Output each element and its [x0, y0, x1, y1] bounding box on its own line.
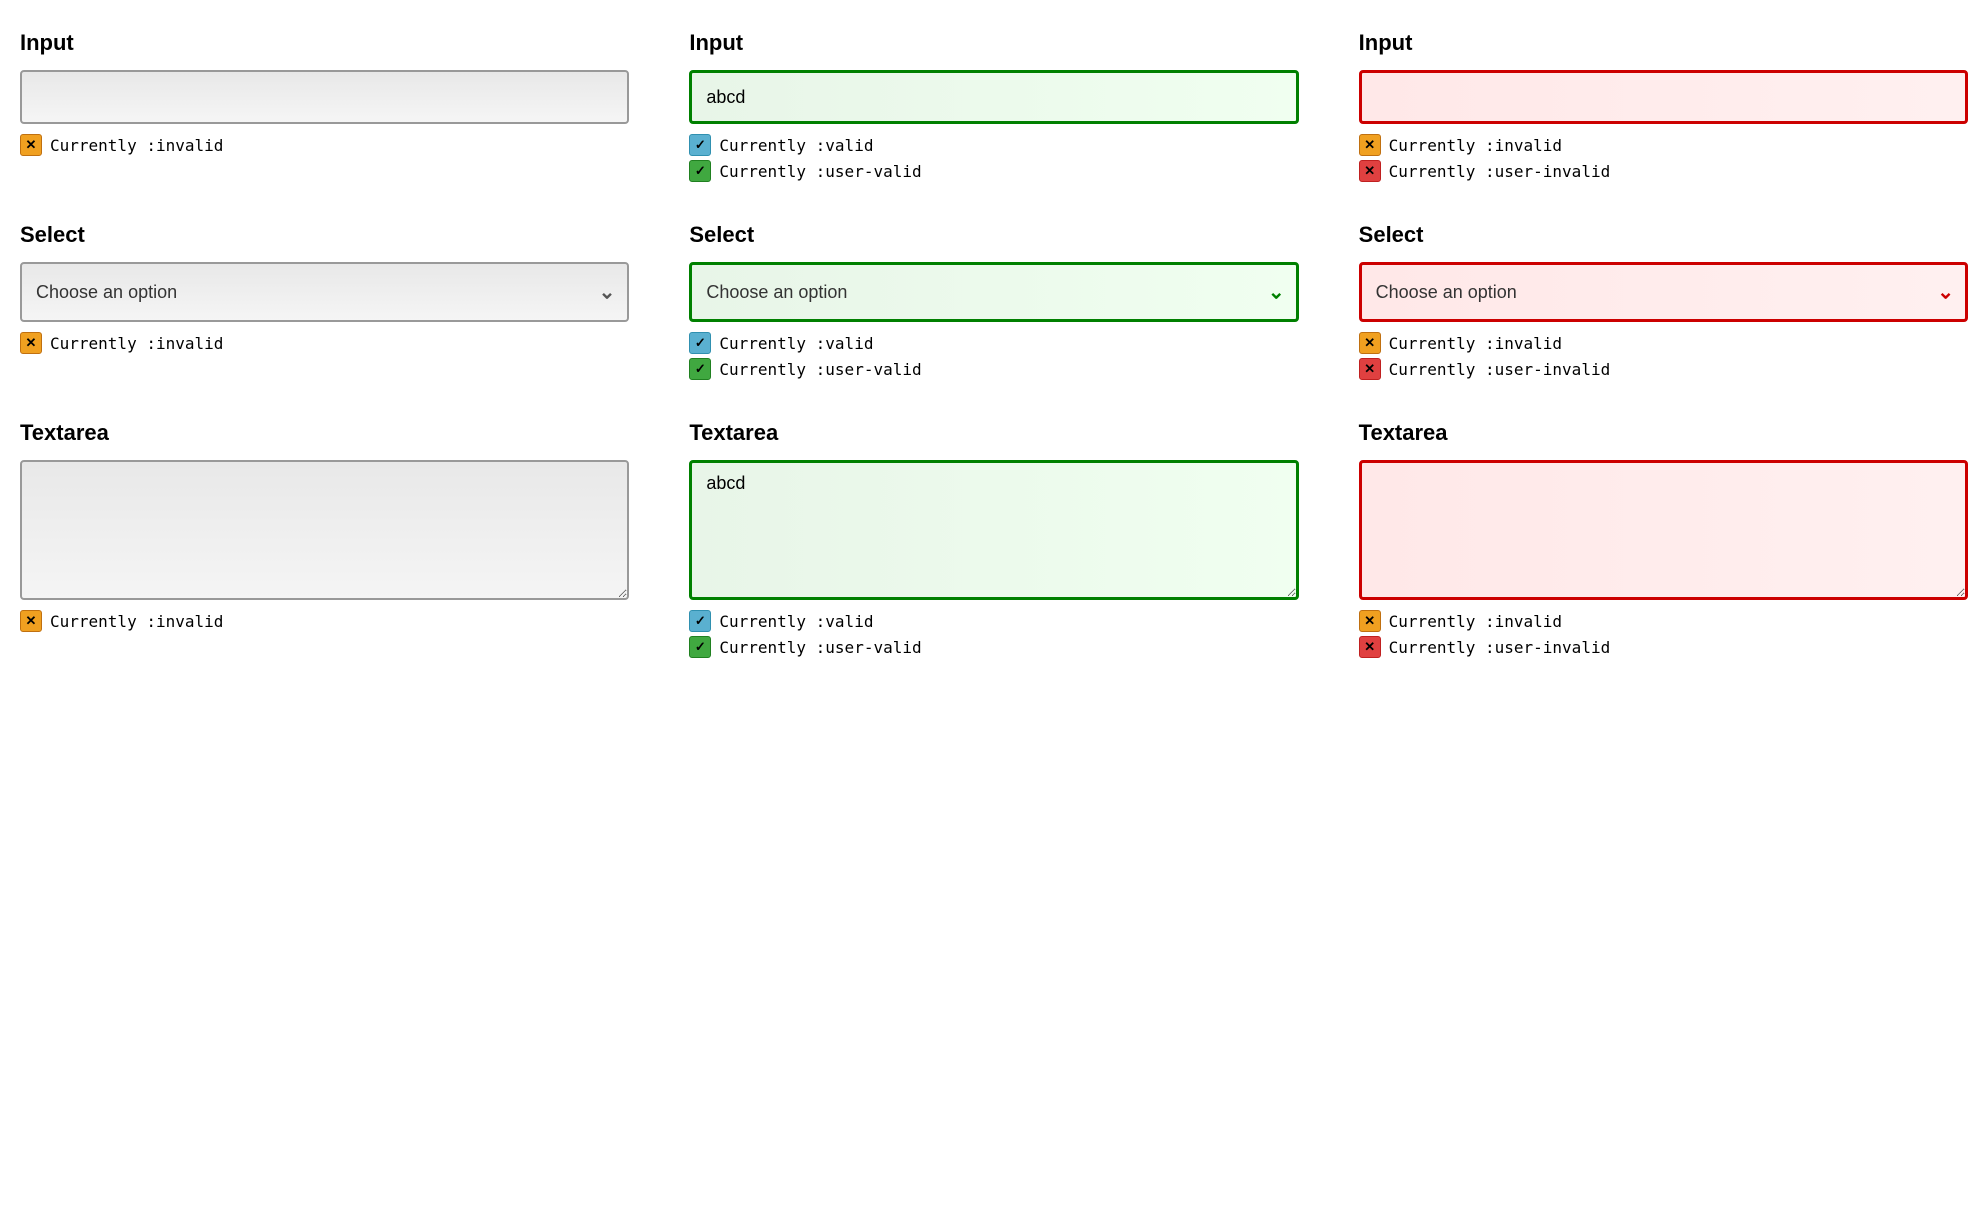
select-wrapper-col-default: Choose an optionOneTwoThree⌄ [20, 262, 629, 322]
status-badge-icon: ✕ [20, 134, 42, 156]
status-badge-icon: ✕ [20, 332, 42, 354]
status-item-0: ✕ Currently :invalid [20, 332, 629, 354]
status-badge-icon: ✓ [689, 610, 711, 632]
status-item-1: ✓ Currently :user-valid [689, 358, 1298, 380]
status-text: Currently :valid [719, 612, 873, 631]
status-badge-icon: ✕ [1359, 134, 1381, 156]
input-field-col-valid[interactable] [689, 70, 1298, 124]
status-item-0: ✓ Currently :valid [689, 610, 1298, 632]
section-label-input-col-default: Input [20, 30, 629, 56]
textarea-field-col-invalid[interactable] [1359, 460, 1968, 600]
status-badge-icon: ✓ [689, 160, 711, 182]
status-badge-icon: ✓ [689, 332, 711, 354]
status-text: Currently :invalid [1389, 612, 1562, 631]
cell-col-default-select: Select Choose an optionOneTwoThree⌄ ✕ Curr… [20, 222, 629, 380]
section-label-select-col-valid: Select [689, 222, 1298, 248]
status-item-0: ✓ Currently :valid [689, 134, 1298, 156]
status-item-0: ✕ Currently :invalid [20, 134, 629, 156]
textarea-field-col-valid[interactable] [689, 460, 1298, 600]
cell-col-default-textarea: Textarea ✕ Currently :invalid [20, 420, 629, 658]
section-label-select-col-invalid: Select [1359, 222, 1968, 248]
status-list-col-default-input: ✕ Currently :invalid [20, 134, 629, 156]
status-text: Currently :user-invalid [1389, 360, 1611, 379]
status-text: Currently :invalid [50, 136, 223, 155]
select-field-col-invalid[interactable]: Choose an optionOneTwoThree [1359, 262, 1968, 322]
status-badge-icon: ✕ [1359, 160, 1381, 182]
status-badge-icon: ✓ [689, 358, 711, 380]
section-label-textarea-col-valid: Textarea [689, 420, 1298, 446]
textarea-field-col-default[interactable] [20, 460, 629, 600]
status-text: Currently :user-valid [719, 360, 921, 379]
input-field-col-default[interactable] [20, 70, 629, 124]
status-badge-icon: ✓ [689, 134, 711, 156]
status-text: Currently :valid [719, 334, 873, 353]
status-item-0: ✕ Currently :invalid [20, 610, 629, 632]
status-list-col-invalid-textarea: ✕ Currently :invalid✕ Currently :user-in… [1359, 610, 1968, 658]
status-text: Currently :user-valid [719, 638, 921, 657]
status-list-col-valid-select: ✓ Currently :valid✓ Currently :user-vali… [689, 332, 1298, 380]
status-list-col-invalid-input: ✕ Currently :invalid✕ Currently :user-in… [1359, 134, 1968, 182]
status-text: Currently :invalid [50, 612, 223, 631]
status-item-0: ✕ Currently :invalid [1359, 332, 1968, 354]
status-list-col-valid-textarea: ✓ Currently :valid✓ Currently :user-vali… [689, 610, 1298, 658]
status-badge-icon: ✕ [1359, 332, 1381, 354]
status-list-col-valid-input: ✓ Currently :valid✓ Currently :user-vali… [689, 134, 1298, 182]
cell-col-invalid-select: Select Choose an optionOneTwoThree⌄ ✕ Curr… [1359, 222, 1968, 380]
status-text: Currently :invalid [1389, 136, 1562, 155]
status-badge-icon: ✕ [1359, 636, 1381, 658]
status-item-1: ✕ Currently :user-invalid [1359, 160, 1968, 182]
status-list-col-default-select: ✕ Currently :invalid [20, 332, 629, 354]
cell-col-invalid-input: Input✕ Currently :invalid✕ Currently :us… [1359, 30, 1968, 182]
status-badge-icon: ✕ [1359, 358, 1381, 380]
section-label-textarea-col-invalid: Textarea [1359, 420, 1968, 446]
status-text: Currently :user-invalid [1389, 638, 1611, 657]
status-item-0: ✓ Currently :valid [689, 332, 1298, 354]
cell-col-invalid-textarea: Textarea✕ Currently :invalid✕ Currently … [1359, 420, 1968, 658]
status-list-col-default-textarea: ✕ Currently :invalid [20, 610, 629, 632]
section-label-textarea-col-default: Textarea [20, 420, 629, 446]
status-badge-icon: ✓ [689, 636, 711, 658]
status-badge-icon: ✕ [20, 610, 42, 632]
status-text: Currently :valid [719, 136, 873, 155]
cell-col-valid-input: Input✓ Currently :valid✓ Currently :user… [689, 30, 1298, 182]
cell-col-valid-textarea: Textarea✓ Currently :valid✓ Currently :u… [689, 420, 1298, 658]
status-text: Currently :user-invalid [1389, 162, 1611, 181]
section-label-select-col-default: Select [20, 222, 629, 248]
select-wrapper-col-valid: Choose an optionOneTwoThree⌄ [689, 262, 1298, 322]
status-list-col-invalid-select: ✕ Currently :invalid✕ Currently :user-in… [1359, 332, 1968, 380]
main-grid: Input ✕ Currently :invalid Input ✓ Currentl… [20, 30, 1968, 658]
section-label-input-col-valid: Input [689, 30, 1298, 56]
section-label-input-col-invalid: Input [1359, 30, 1968, 56]
status-text: Currently :user-valid [719, 162, 921, 181]
status-item-1: ✕ Currently :user-invalid [1359, 636, 1968, 658]
select-field-col-default[interactable]: Choose an optionOneTwoThree [20, 262, 629, 322]
status-item-0: ✕ Currently :invalid [1359, 610, 1968, 632]
cell-col-default-input: Input ✕ Currently :invalid [20, 30, 629, 182]
cell-col-valid-select: Select Choose an optionOneTwoThree⌄ ✓ Curr… [689, 222, 1298, 380]
status-item-1: ✓ Currently :user-valid [689, 160, 1298, 182]
status-text: Currently :invalid [50, 334, 223, 353]
status-badge-icon: ✕ [1359, 610, 1381, 632]
status-item-1: ✕ Currently :user-invalid [1359, 358, 1968, 380]
select-wrapper-col-invalid: Choose an optionOneTwoThree⌄ [1359, 262, 1968, 322]
select-field-col-valid[interactable]: Choose an optionOneTwoThree [689, 262, 1298, 322]
input-field-col-invalid[interactable] [1359, 70, 1968, 124]
status-text: Currently :invalid [1389, 334, 1562, 353]
status-item-1: ✓ Currently :user-valid [689, 636, 1298, 658]
status-item-0: ✕ Currently :invalid [1359, 134, 1968, 156]
